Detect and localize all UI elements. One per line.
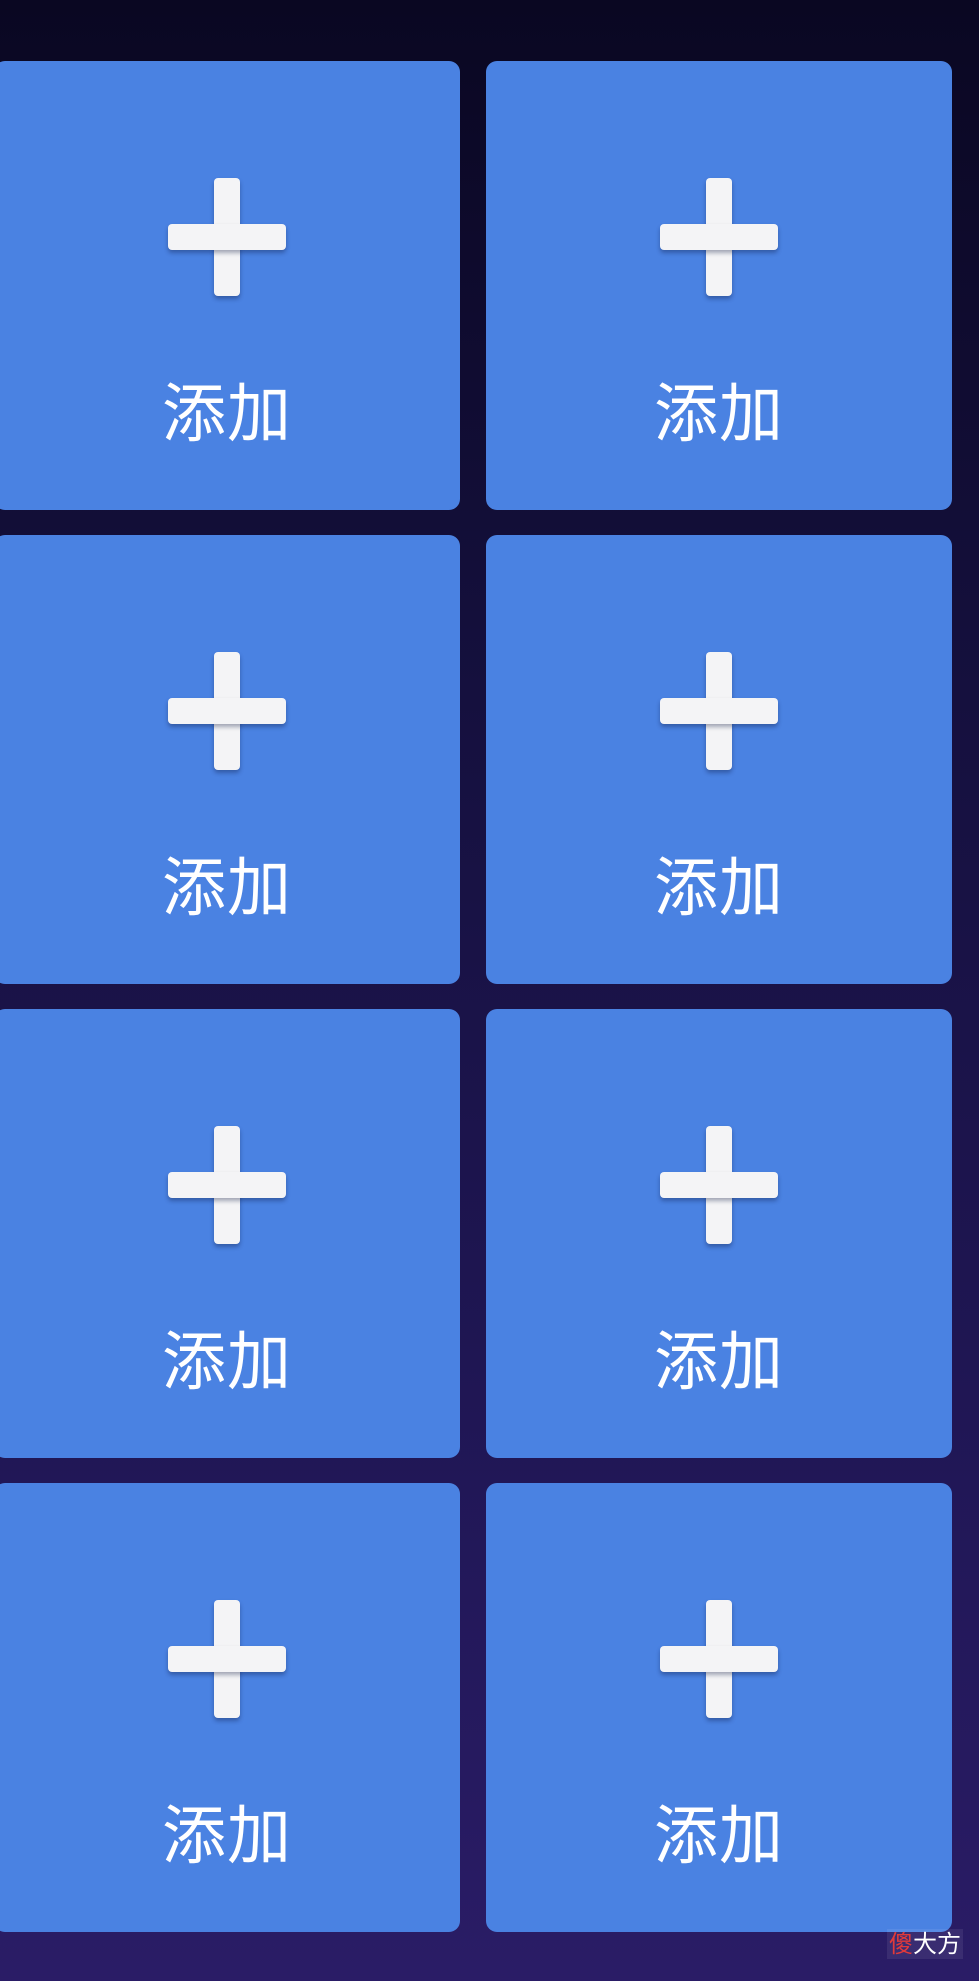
- watermark: 傻大方: [887, 1929, 963, 1959]
- plus-icon: [660, 178, 778, 296]
- watermark-text: 大方: [913, 1930, 961, 1958]
- plus-icon: [168, 1126, 286, 1244]
- plus-icon: [168, 1600, 286, 1718]
- plus-icon: [660, 1600, 778, 1718]
- add-tile-label: 添加: [654, 378, 784, 452]
- add-tile-label: 添加: [162, 378, 292, 452]
- add-tile-3[interactable]: 添加: [0, 535, 460, 984]
- add-tile-label: 添加: [162, 1326, 292, 1400]
- plus-icon: [168, 652, 286, 770]
- add-tile-label: 添加: [654, 1326, 784, 1400]
- add-tile-1[interactable]: 添加: [0, 61, 460, 510]
- add-tile-6[interactable]: 添加: [486, 1009, 952, 1458]
- add-tile-label: 添加: [654, 852, 784, 926]
- add-tile-label: 添加: [162, 1800, 292, 1874]
- add-tile-2[interactable]: 添加: [486, 61, 952, 510]
- add-tile-4[interactable]: 添加: [486, 535, 952, 984]
- watermark-accent: 傻: [889, 1930, 913, 1958]
- plus-icon: [168, 178, 286, 296]
- add-tile-5[interactable]: 添加: [0, 1009, 460, 1458]
- add-tile-8[interactable]: 添加: [486, 1483, 952, 1932]
- plus-icon: [660, 652, 778, 770]
- add-tile-7[interactable]: 添加: [0, 1483, 460, 1932]
- plus-icon: [660, 1126, 778, 1244]
- add-tile-label: 添加: [162, 852, 292, 926]
- add-tile-grid: 添加 添加 添加 添加 添加 添加 添加 添加: [0, 0, 979, 1981]
- add-tile-label: 添加: [654, 1800, 784, 1874]
